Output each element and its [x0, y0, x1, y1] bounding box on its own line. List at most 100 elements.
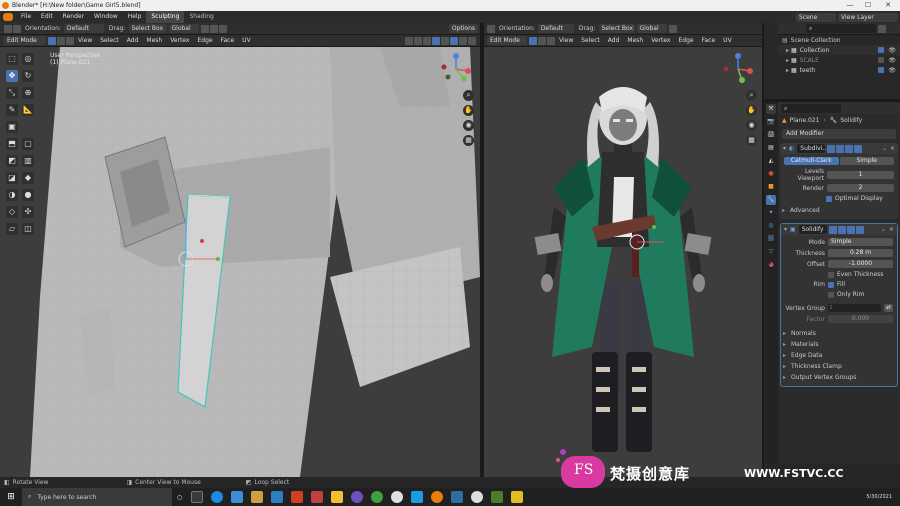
material-tab-icon[interactable]: ◕ — [766, 260, 776, 270]
transform-space-dropdown[interactable]: Global — [168, 24, 199, 33]
poly-build-tool-icon[interactable]: ◆ — [22, 172, 34, 184]
app-icon[interactable] — [491, 491, 504, 503]
minimize-button[interactable]: — — [842, 0, 858, 11]
workspace-tab-sculpting[interactable]: Sculpting — [146, 11, 185, 23]
even-thickness-checkbox[interactable] — [828, 271, 834, 278]
data-tab-icon[interactable]: ▽ — [766, 247, 776, 257]
eye-icon[interactable]: 👁 — [888, 47, 896, 54]
thickness-field[interactable]: 0.28 m — [828, 249, 893, 257]
menu-window[interactable]: Window — [89, 11, 123, 23]
edge-select-icon[interactable] — [57, 36, 65, 45]
normals-subpanel[interactable]: Normals — [781, 328, 897, 339]
menu-edge[interactable]: Edge — [675, 36, 696, 45]
only-rim-checkbox[interactable] — [828, 291, 834, 298]
photos-icon[interactable] — [451, 491, 464, 503]
proportional-edit-icon[interactable] — [218, 24, 227, 33]
menu-add[interactable]: Add — [605, 36, 623, 45]
inset-tool-icon[interactable]: ▢ — [22, 138, 34, 150]
camera-view-icon[interactable]: ◉ — [746, 120, 757, 131]
office-icon[interactable] — [291, 491, 304, 503]
include-checkbox[interactable] — [878, 67, 885, 73]
include-checkbox[interactable] — [878, 47, 885, 53]
face-select-icon[interactable] — [66, 36, 74, 45]
menu-uv[interactable]: UV — [720, 36, 735, 45]
drag-dropdown[interactable]: Select Box — [598, 24, 635, 33]
mode-dropdown[interactable]: Edit Mode — [4, 36, 46, 45]
options-dropdown[interactable]: Options — [448, 24, 478, 33]
materials-subpanel[interactable]: Materials — [781, 339, 897, 350]
shading-solid-icon[interactable] — [450, 36, 458, 45]
outliner-row[interactable]: ▸ ▦ teeth 👁 — [778, 65, 900, 75]
scene-selector[interactable]: Scene — [796, 12, 836, 22]
editor-type-icon[interactable] — [4, 24, 12, 33]
pan-hand-icon[interactable]: ✋ — [463, 105, 474, 116]
modifier-tab-icon[interactable]: 🔧 — [766, 195, 776, 205]
ortho-grid-icon[interactable]: ▦ — [463, 135, 474, 146]
world-tab-icon[interactable]: ● — [766, 169, 776, 179]
app-icon[interactable] — [311, 491, 324, 503]
render-tab-icon[interactable]: 📷 — [766, 117, 776, 127]
zoom-icon[interactable]: ⌕ — [463, 90, 474, 101]
menu-render[interactable]: Render — [58, 11, 89, 23]
orientation-dropdown[interactable]: Default — [63, 24, 104, 33]
shading-rendered-icon[interactable] — [468, 36, 476, 45]
app-icon[interactable] — [511, 491, 524, 503]
edge-slide-tool-icon[interactable]: ◇ — [6, 206, 18, 218]
gizmo-toggle-icon[interactable] — [414, 36, 422, 45]
select-box-tool-icon[interactable]: ⬚ — [6, 53, 18, 65]
smooth-tool-icon[interactable]: ● — [22, 189, 34, 201]
vertex-select-icon[interactable] — [48, 36, 56, 45]
properties-search-input[interactable]: ⌕ — [781, 103, 841, 113]
menu-edit[interactable]: Edit — [36, 11, 58, 23]
realtime-toggle-icon[interactable] — [846, 225, 855, 234]
orientation-dropdown[interactable]: Default — [537, 24, 574, 33]
output-vertex-groups-subpanel[interactable]: Output Vertex Groups — [781, 372, 897, 383]
modifier-name-field[interactable]: Subdivi... — [797, 144, 828, 153]
file-explorer-icon[interactable] — [231, 491, 244, 503]
loop-cut-tool-icon[interactable]: ▥ — [22, 155, 34, 167]
modifier-header[interactable]: ▾ ◐ Subdivi... ⌄ ✕ — [780, 143, 898, 154]
rotate-tool-icon[interactable]: ↻ — [22, 70, 34, 82]
app-icon[interactable] — [351, 491, 364, 503]
cursor-tool-icon[interactable]: ◎ — [22, 53, 34, 65]
fill-checkbox[interactable] — [828, 281, 834, 288]
pan-hand-icon[interactable]: ✋ — [746, 105, 757, 116]
cage-toggle-icon[interactable] — [836, 144, 845, 153]
thickness-clamp-subpanel[interactable]: Thickness Clamp — [781, 361, 897, 372]
menu-mesh[interactable]: Mesh — [143, 36, 165, 45]
menu-vertex[interactable]: Vertex — [167, 36, 192, 45]
overlay-toggle-icon[interactable] — [423, 36, 431, 45]
menu-add[interactable]: Add — [124, 36, 142, 45]
add-cube-tool-icon[interactable]: ▣ — [6, 121, 18, 133]
menu-view[interactable]: View — [75, 36, 95, 45]
eye-icon[interactable]: 👁 — [888, 67, 896, 74]
visibility-icon[interactable] — [405, 36, 413, 45]
task-view-icon[interactable]: ○ — [177, 494, 182, 501]
menu-view[interactable]: View — [556, 36, 576, 45]
render-toggle-icon[interactable] — [854, 144, 863, 153]
menu-face[interactable]: Face — [218, 36, 238, 45]
invert-icon[interactable]: ⇄ — [884, 304, 893, 312]
dropdown-arrow-icon[interactable]: ⌄ — [881, 226, 886, 233]
view-layer-selector[interactable]: View Layer — [838, 12, 898, 22]
object-tab-icon[interactable]: ■ — [766, 182, 776, 192]
task-switch-icon[interactable] — [191, 491, 204, 503]
windows-start-icon[interactable]: ⊞ — [0, 488, 22, 506]
edit-mode-toggle-icon[interactable] — [828, 225, 837, 234]
app-icon[interactable] — [471, 491, 484, 503]
edit-mode-toggle-icon[interactable] — [827, 144, 836, 153]
include-checkbox[interactable] — [878, 57, 885, 63]
shading-wireframe-icon[interactable] — [441, 36, 449, 45]
menu-uv[interactable]: UV — [239, 36, 254, 45]
knife-tool-icon[interactable]: ◪ — [6, 172, 18, 184]
menu-vertex[interactable]: Vertex — [648, 36, 673, 45]
realtime-toggle-icon[interactable] — [845, 144, 854, 153]
add-modifier-button[interactable]: Add Modifier — [782, 129, 896, 139]
annotate-tool-icon[interactable]: ✎ — [6, 104, 18, 116]
skype-icon[interactable] — [411, 491, 424, 503]
close-icon[interactable]: ✕ — [889, 226, 894, 233]
dropdown-arrow-icon[interactable]: ⌄ — [882, 145, 887, 152]
axis-gizmo[interactable] — [718, 51, 758, 87]
transform-space-dropdown[interactable]: Global — [636, 24, 667, 33]
offset-field[interactable]: -1.0000 — [828, 260, 893, 268]
